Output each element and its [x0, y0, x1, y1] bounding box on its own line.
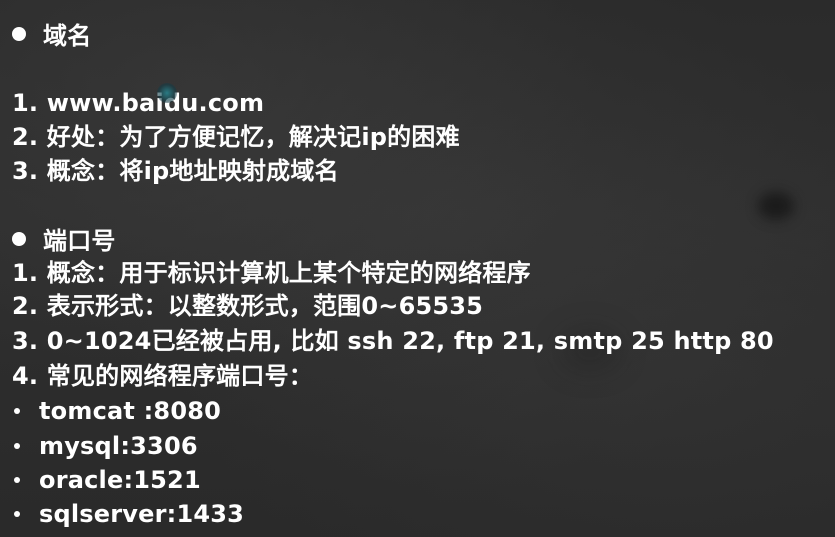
dot-bullet-icon — [14, 477, 20, 483]
port-list-item: sqlserver:1433 — [12, 499, 244, 529]
port-item-3: 3. 0~1024已经被占用, 比如 ssh 22, ftp 21, smtp … — [12, 327, 774, 355]
section-heading-port: 端口号 — [12, 226, 116, 256]
domain-item-2: 2. 好处：为了方便记忆，解决记ip的困难 — [12, 123, 460, 151]
section-heading-domain: 域名 — [12, 21, 91, 51]
port-list-item: tomcat :8080 — [12, 396, 221, 426]
port-list-text: mysql:3306 — [39, 432, 198, 460]
bullet-icon — [12, 232, 26, 246]
bullet-icon — [12, 27, 26, 41]
dot-bullet-icon — [14, 408, 20, 414]
heading-text: 端口号 — [43, 227, 116, 255]
domain-item-3: 3. 概念：将ip地址映射成域名 — [12, 157, 339, 185]
domain-item-1: 1. www.baidu.com — [12, 89, 265, 117]
port-item-1: 1. 概念：用于标识计算机上某个特定的网络程序 — [12, 259, 531, 287]
port-item-4: 4. 常见的网络程序端口号： — [12, 362, 313, 390]
port-list-text: tomcat :8080 — [39, 397, 222, 425]
port-list-item: mysql:3306 — [12, 431, 198, 461]
board-smudge — [758, 192, 794, 220]
port-list-item: oracle:1521 — [12, 465, 201, 495]
port-item-2: 2. 表示形式：以整数形式，范围0~65535 — [12, 292, 484, 320]
port-list-text: sqlserver:1433 — [39, 500, 245, 528]
heading-text: 域名 — [43, 22, 92, 50]
dot-bullet-icon — [14, 511, 20, 517]
dot-bullet-icon — [14, 443, 20, 449]
mouse-cursor-highlight — [157, 83, 177, 103]
port-list-text: oracle:1521 — [39, 466, 201, 494]
